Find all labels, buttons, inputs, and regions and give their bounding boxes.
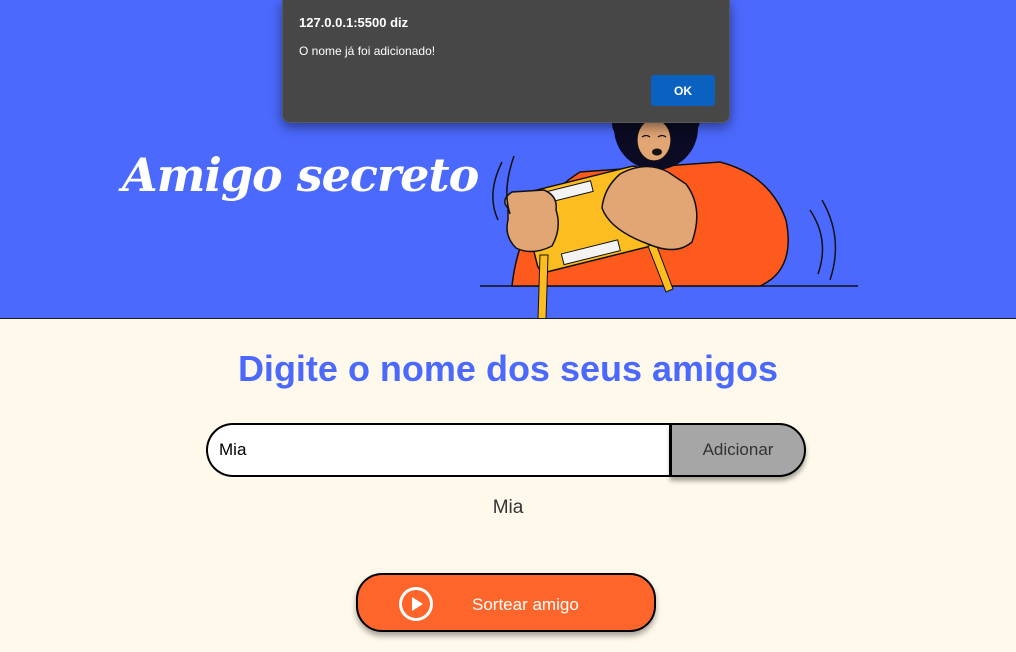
name-input-row: Adicionar xyxy=(206,423,806,477)
alert-dialog: 127.0.0.1:5500 diz O nome já foi adicion… xyxy=(282,0,730,123)
dialog-message: O nome já foi adicionado! xyxy=(299,44,436,58)
dialog-ok-button[interactable]: OK xyxy=(651,75,715,106)
play-circle-icon xyxy=(399,587,433,621)
friends-list: Mia xyxy=(0,497,1016,519)
section-subtitle: Digite o nome dos seus amigos xyxy=(237,348,779,389)
draw-button-label: Sortear amigo xyxy=(472,595,579,614)
add-button[interactable]: Adicionar xyxy=(670,423,806,477)
friend-name-input[interactable] xyxy=(206,423,672,477)
draw-friend-button[interactable]: Sortear amigo xyxy=(356,573,656,632)
friend-list-item: Mia xyxy=(492,497,524,518)
dialog-origin: 127.0.0.1:5500 diz xyxy=(299,15,409,30)
page-title: Amigo secreto xyxy=(122,148,479,202)
